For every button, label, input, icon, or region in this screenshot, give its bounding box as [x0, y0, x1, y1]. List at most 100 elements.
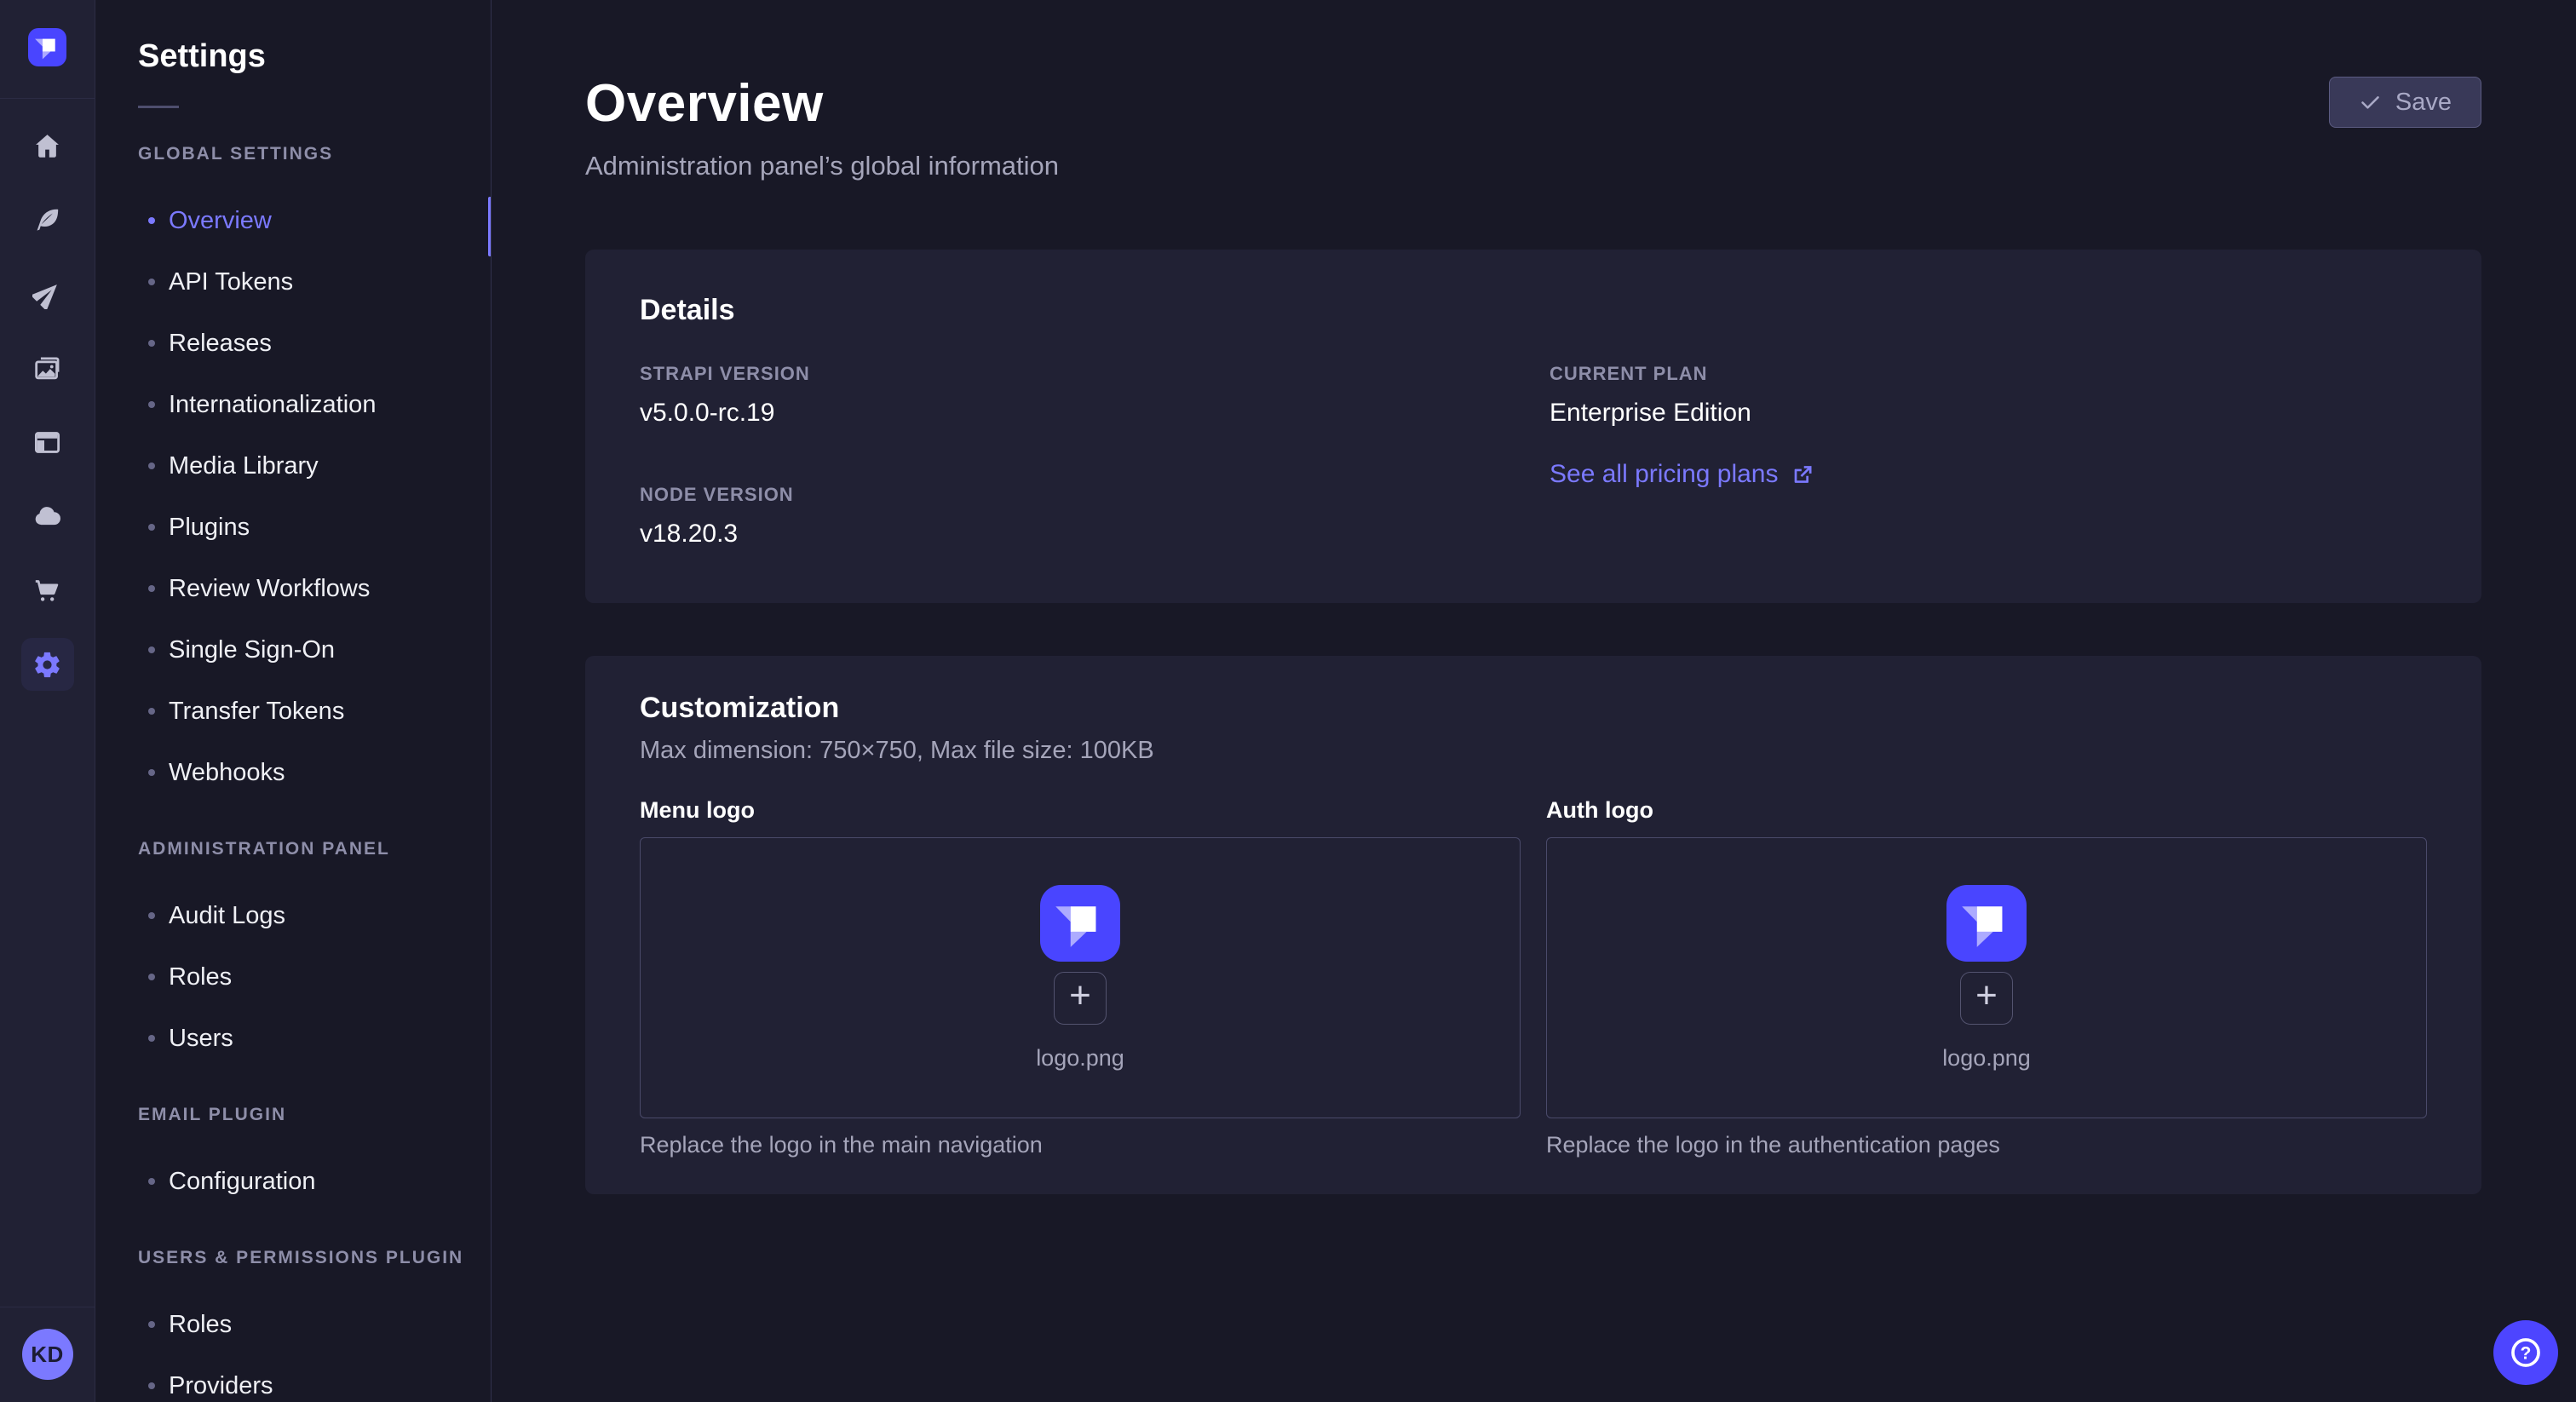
- subnav-item-list: Configuration: [95, 1151, 491, 1212]
- subnav-section: ADMINISTRATION PANEL Audit Logs Roles Us…: [95, 839, 491, 1069]
- subnav-item-media-library[interactable]: Media Library: [95, 435, 491, 497]
- subnav-item-roles[interactable]: Roles: [95, 946, 491, 1008]
- subnav-section: USERS & PERMISSIONS PLUGIN Roles Provide…: [95, 1248, 491, 1402]
- rail-icon-list: [24, 122, 72, 688]
- subnav-item-label: Media Library: [169, 452, 319, 480]
- details-card: Details STRAPI VERSION v5.0.0-rc.19 NODE…: [585, 250, 2481, 603]
- nav-rail: KD: [0, 0, 95, 1402]
- subnav-item-plugins[interactable]: Plugins: [95, 497, 491, 558]
- subnav-item-single-sign-on[interactable]: Single Sign-On: [95, 619, 491, 681]
- subnav-item-configuration[interactable]: Configuration: [95, 1151, 491, 1212]
- field-label: CURRENT PLAN: [1550, 363, 2427, 385]
- media-library-icon[interactable]: [24, 344, 72, 392]
- page-title: Overview: [585, 73, 1059, 134]
- subnav-item-label: Configuration: [169, 1168, 316, 1196]
- subnav-item-audit-logs[interactable]: Audit Logs: [95, 885, 491, 946]
- subnav-item-review-workflows[interactable]: Review Workflows: [95, 558, 491, 619]
- bullet-icon: [148, 340, 155, 347]
- customization-card-title: Customization: [640, 692, 2427, 725]
- auth-logo-field: Auth logo + logo.png Replace the logo in…: [1546, 797, 2427, 1158]
- bullet-icon: [148, 912, 155, 919]
- home-icon[interactable]: [24, 122, 72, 170]
- menu-logo-filename: logo.png: [1036, 1045, 1124, 1072]
- subnav-item-label: Providers: [169, 1372, 273, 1400]
- field-label: NODE VERSION: [640, 484, 1550, 506]
- layout-icon[interactable]: [24, 418, 72, 466]
- subnav-item-webhooks[interactable]: Webhooks: [95, 742, 491, 803]
- subnav-item-label: Internationalization: [169, 391, 376, 419]
- main-content: Overview Administration panel’s global i…: [492, 0, 2576, 1402]
- subnav-item-label: Roles: [169, 963, 232, 991]
- plus-icon: +: [1069, 977, 1091, 1014]
- app-root: KD Settings GLOBAL SETTINGS Overview API…: [0, 0, 2576, 1402]
- subnav-item-transfer-tokens[interactable]: Transfer Tokens: [95, 681, 491, 742]
- external-link-icon: [1791, 463, 1814, 486]
- bullet-icon: [148, 217, 155, 224]
- rail-brand-area: [0, 0, 95, 99]
- save-button-label: Save: [2395, 89, 2452, 117]
- svg-text:?: ?: [2521, 1343, 2532, 1363]
- help-button[interactable]: ?: [2493, 1320, 2558, 1385]
- menu-logo-dropzone[interactable]: + logo.png: [640, 837, 1521, 1118]
- node-version-field: NODE VERSION v18.20.3: [640, 484, 1550, 549]
- marketplace-cart-icon[interactable]: [24, 566, 72, 614]
- menu-logo-label: Menu logo: [640, 797, 1521, 824]
- auth-logo-filename: logo.png: [1942, 1045, 2031, 1072]
- subnav-item-users[interactable]: Users: [95, 1008, 491, 1069]
- subnav-item-label: Single Sign-On: [169, 636, 335, 664]
- subnav-section-label: EMAIL PLUGIN: [138, 1105, 491, 1125]
- subnav-item-list: Audit Logs Roles Users: [95, 885, 491, 1069]
- settings-subnav: Settings GLOBAL SETTINGS Overview API To…: [95, 0, 492, 1402]
- user-avatar[interactable]: KD: [22, 1329, 73, 1380]
- question-mark-icon: ?: [2507, 1334, 2544, 1371]
- settings-gear-icon[interactable]: [21, 638, 74, 691]
- subnav-item-releases[interactable]: Releases: [95, 313, 491, 374]
- rail-footer: KD: [0, 1307, 95, 1402]
- customization-card: Customization Max dimension: 750×750, Ma…: [585, 656, 2481, 1194]
- logo-uploads: Menu logo + logo.png Replace the logo in…: [640, 797, 2427, 1158]
- strapi-logo-preview: [1946, 885, 2027, 962]
- cloud-icon[interactable]: [24, 492, 72, 540]
- subnav-item-label: Webhooks: [169, 759, 285, 787]
- bullet-icon: [148, 1035, 155, 1042]
- bullet-icon: [148, 1321, 155, 1328]
- paper-plane-icon[interactable]: [24, 270, 72, 318]
- page-subtitle: Administration panel’s global informatio…: [585, 151, 1059, 181]
- bullet-icon: [148, 585, 155, 592]
- subnav-title: Settings: [138, 37, 491, 75]
- subnav-section: GLOBAL SETTINGS Overview API Tokens Rele…: [95, 144, 491, 803]
- menu-logo-caption: Replace the logo in the main navigation: [640, 1132, 1521, 1158]
- subnav-item-label: Overview: [169, 207, 272, 235]
- details-grid: STRAPI VERSION v5.0.0-rc.19 NODE VERSION…: [640, 363, 2427, 549]
- field-label: STRAPI VERSION: [640, 363, 1550, 385]
- subnav-section-label: ADMINISTRATION PANEL: [138, 839, 491, 859]
- add-auth-logo-button[interactable]: +: [1960, 972, 2013, 1025]
- auth-logo-dropzone[interactable]: + logo.png: [1546, 837, 2427, 1118]
- subnav-item-internationalization[interactable]: Internationalization: [95, 374, 491, 435]
- subnav-item-label: Audit Logs: [169, 902, 285, 930]
- bullet-icon: [148, 524, 155, 531]
- pricing-plans-link-label: See all pricing plans: [1550, 460, 1779, 489]
- bullet-icon: [148, 1178, 155, 1185]
- add-menu-logo-button[interactable]: +: [1054, 972, 1107, 1025]
- subnav-item-list: Overview API Tokens Releases Internation…: [95, 190, 491, 803]
- feather-icon[interactable]: [24, 196, 72, 244]
- bullet-icon: [148, 646, 155, 653]
- subnav-item-label: API Tokens: [169, 268, 293, 296]
- strapi-logo-icon[interactable]: [28, 28, 66, 66]
- field-value: Enterprise Edition: [1550, 399, 2427, 428]
- subnav-section: EMAIL PLUGIN Configuration: [95, 1105, 491, 1212]
- bullet-icon: [148, 974, 155, 980]
- subnav-item-overview[interactable]: Overview: [95, 190, 491, 251]
- subnav-item-providers[interactable]: Providers: [95, 1355, 491, 1402]
- auth-logo-label: Auth logo: [1546, 797, 2427, 824]
- subnav-section-label: GLOBAL SETTINGS: [138, 144, 491, 164]
- bullet-icon: [148, 769, 155, 776]
- plus-icon: +: [1975, 977, 1998, 1014]
- pricing-plans-link[interactable]: See all pricing plans: [1550, 460, 1814, 489]
- save-button[interactable]: Save: [2329, 77, 2481, 128]
- subnav-section-label: USERS & PERMISSIONS PLUGIN: [138, 1248, 491, 1268]
- subnav-item-api-tokens[interactable]: API Tokens: [95, 251, 491, 313]
- subnav-item-list: Roles Providers: [95, 1294, 491, 1402]
- subnav-item-roles[interactable]: Roles: [95, 1294, 491, 1355]
